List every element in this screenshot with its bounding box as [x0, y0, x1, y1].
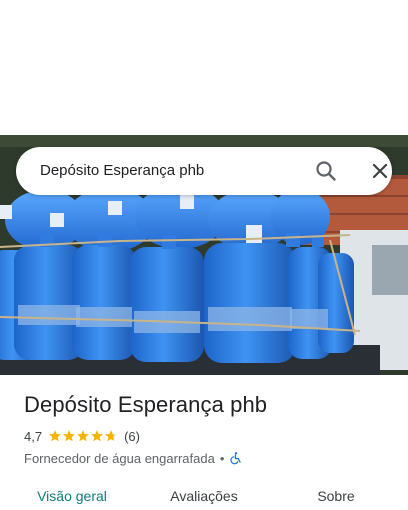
search-bar[interactable]: Depósito Esperança phb — [16, 147, 392, 195]
star-icon — [63, 430, 75, 442]
review-count[interactable]: (6) — [124, 429, 140, 444]
rating-value: 4,7 — [24, 428, 43, 444]
star-half-icon — [105, 430, 117, 442]
place-tabs: Visão geral Avaliações Sobre — [0, 478, 408, 510]
search-input[interactable]: Depósito Esperança phb — [40, 147, 204, 195]
place-title: Depósito Esperança phb — [24, 392, 268, 417]
map-blank-area — [0, 0, 408, 135]
tab-about[interactable]: Sobre — [280, 478, 392, 510]
star-icon — [91, 430, 103, 442]
tab-reviews[interactable]: Avaliações — [148, 478, 260, 510]
tab-overview[interactable]: Visão geral — [16, 478, 128, 510]
star-icon — [49, 430, 61, 442]
rating-row[interactable]: 4,7 (6) — [24, 427, 140, 445]
star-icon — [77, 430, 89, 442]
close-icon[interactable] — [368, 159, 392, 183]
search-icon[interactable] — [314, 159, 338, 183]
separator-dot: • — [219, 450, 225, 466]
category-row: Fornecedor de água engarrafada • — [24, 449, 243, 467]
place-category: Fornecedor de água engarrafada — [24, 450, 215, 466]
wheelchair-icon — [230, 452, 242, 465]
star-rating — [48, 429, 118, 443]
